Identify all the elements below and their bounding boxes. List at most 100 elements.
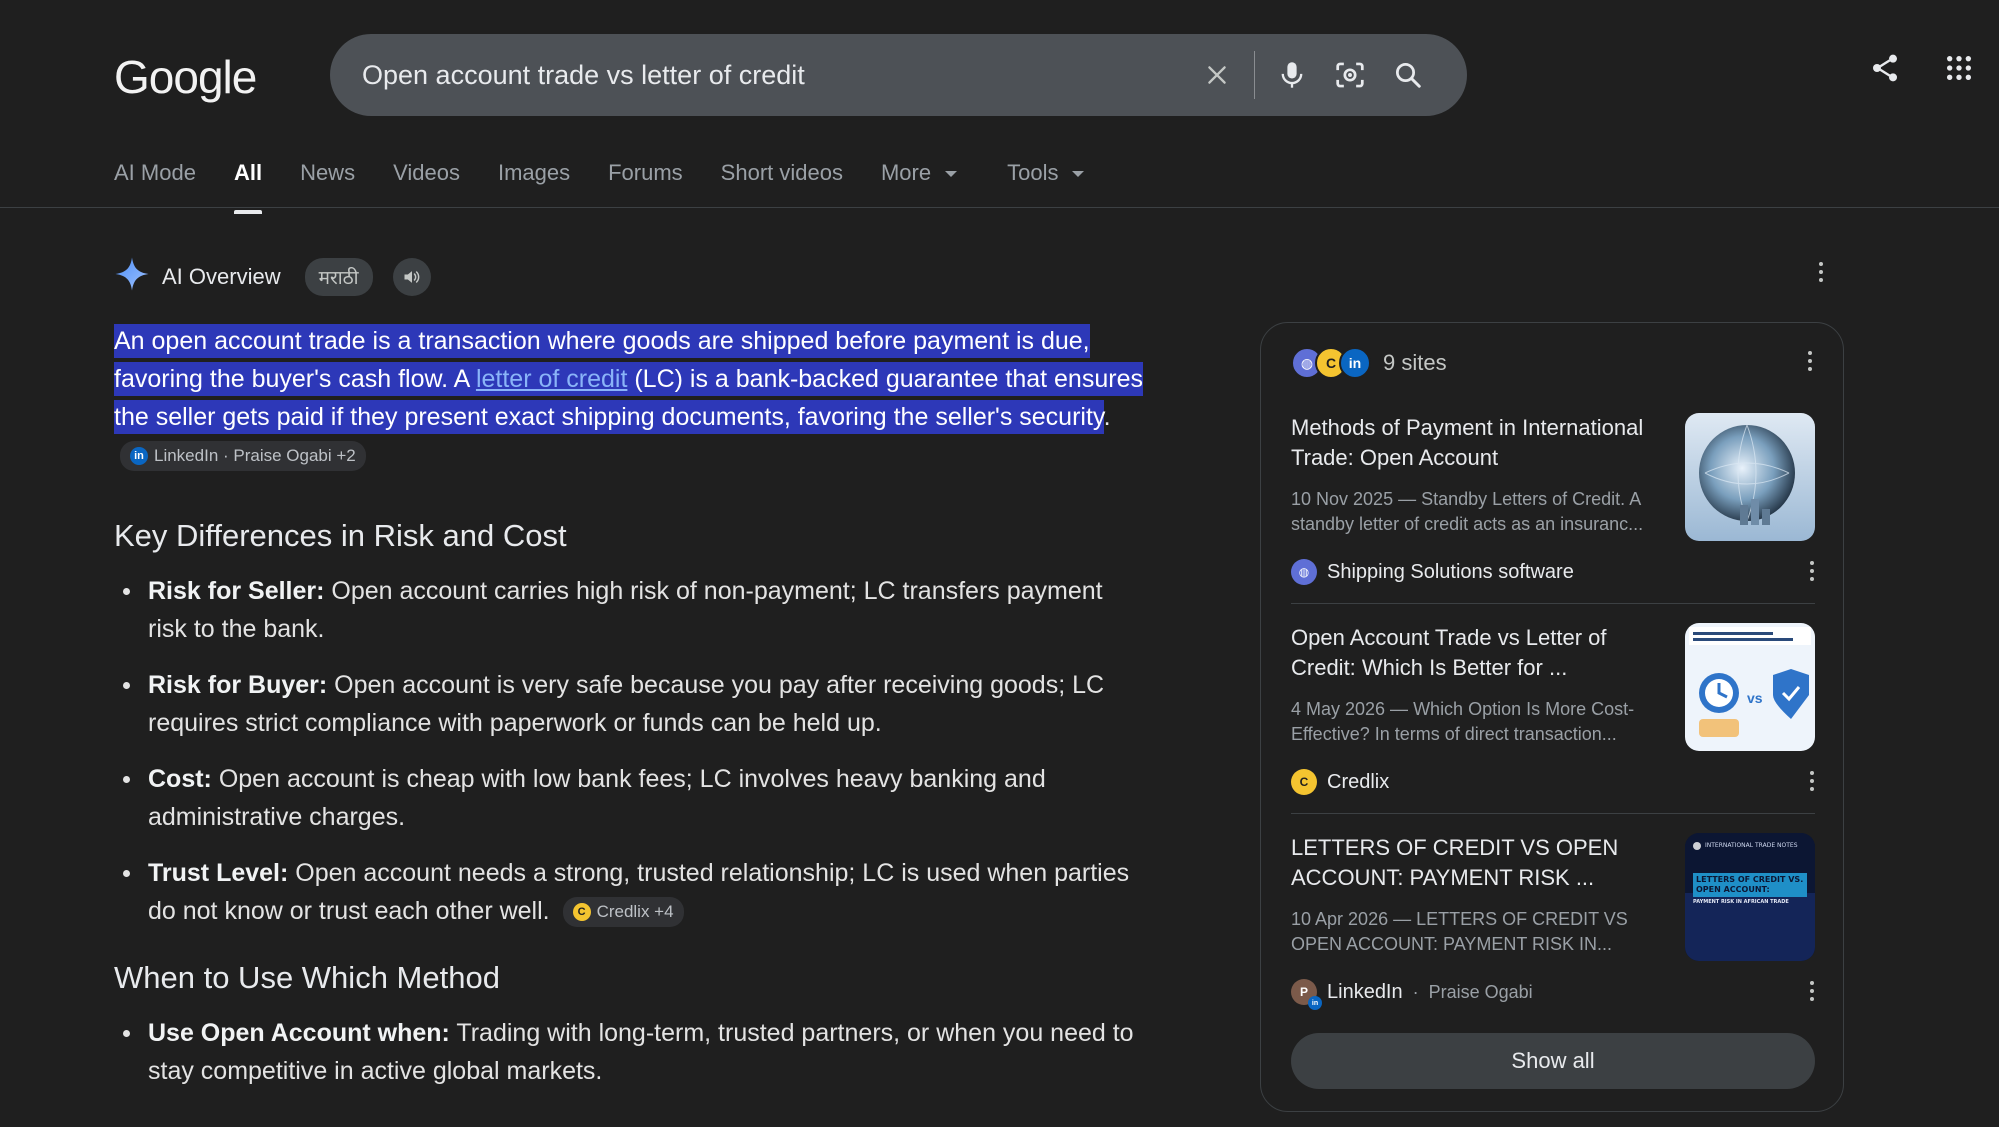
list-item: Use Open Account when: Trading with long… bbox=[123, 1014, 1144, 1090]
sparkle-icon bbox=[114, 256, 150, 297]
sites-count: 9 sites bbox=[1383, 350, 1447, 375]
source-chip-credlix[interactable]: C Credlix +4 bbox=[562, 897, 684, 928]
card-more-button[interactable] bbox=[1809, 771, 1815, 791]
ai-overview-title: AI Overview bbox=[162, 263, 281, 289]
card-source[interactable]: ◍ Shipping Solutions software bbox=[1291, 559, 1574, 585]
section-heading: When to Use Which Method bbox=[114, 960, 500, 995]
tab-news[interactable]: News bbox=[300, 160, 355, 214]
list-item: Trust Level: Open account needs a strong… bbox=[123, 854, 1144, 930]
list-item: Risk for Buyer: Open account is very saf… bbox=[123, 666, 1144, 742]
language-toggle-button[interactable]: मराठी bbox=[304, 257, 373, 296]
tab-label: Videos bbox=[393, 160, 460, 185]
show-all-button[interactable]: Show all bbox=[1291, 1033, 1815, 1089]
section-heading: Key Differences in Risk and Cost bbox=[114, 518, 567, 553]
source-name: Shipping Solutions software bbox=[1327, 560, 1574, 583]
ai-overview-summary: An open account trade is a transaction w… bbox=[114, 322, 1144, 474]
card-thumbnail-globe[interactable] bbox=[1685, 413, 1815, 541]
source-author: Praise Ogabi bbox=[1428, 981, 1533, 1002]
card-title[interactable]: LETTERS OF CREDIT VS OPEN ACCOUNT: PAYME… bbox=[1291, 833, 1671, 893]
item-label: Risk for Buyer: bbox=[148, 671, 328, 699]
tab-images[interactable]: Images bbox=[498, 160, 570, 214]
card-title[interactable]: Open Account Trade vs Letter of Credit: … bbox=[1291, 623, 1671, 683]
search-box[interactable]: Open account trade vs letter of credit bbox=[330, 34, 1467, 116]
highlighted-summary: An open account trade is a transaction w… bbox=[114, 324, 1143, 434]
list-item: Cost: Open account is cheap with low ban… bbox=[123, 760, 1144, 836]
tab-forums[interactable]: Forums bbox=[608, 160, 683, 214]
tab-all[interactable]: All bbox=[233, 160, 263, 214]
tab-tools[interactable]: Tools bbox=[1007, 160, 1085, 214]
linkedin-icon: in bbox=[1308, 996, 1322, 1010]
tab-label: Images bbox=[497, 160, 571, 185]
more-vert-icon bbox=[1809, 771, 1815, 791]
tab-videos[interactable]: Videos bbox=[393, 160, 460, 214]
tabs-divider bbox=[0, 207, 1999, 208]
tab-ai-mode[interactable]: AI Mode bbox=[114, 160, 196, 214]
search-tabs: AI Mode All News Videos Images Forums Sh… bbox=[114, 160, 1085, 214]
chip-label: Credlix +4 bbox=[596, 902, 674, 922]
google-logo[interactable]: Google bbox=[114, 50, 257, 104]
thumb-text: PAYMENT RISK IN AFRICAN TRADE bbox=[1693, 899, 1789, 905]
more-vert-icon bbox=[1818, 262, 1824, 282]
card-source[interactable]: Pin LinkedIn · Praise Ogabi bbox=[1291, 979, 1533, 1010]
sources-more-button[interactable] bbox=[1807, 351, 1813, 371]
tab-label: Forums bbox=[608, 160, 683, 185]
item-label: Trust Level: bbox=[148, 859, 289, 887]
when-to-use-list: Use Open Account when: Trading with long… bbox=[123, 1014, 1144, 1090]
ai-overview-body: An open account trade is a transaction w… bbox=[114, 322, 1144, 1108]
thumb-headline: LETTERS OF CREDIT VS. OPEN ACCOUNT: bbox=[1693, 873, 1807, 897]
microphone-icon[interactable] bbox=[1263, 46, 1321, 104]
ai-overview-more-button[interactable] bbox=[1818, 262, 1824, 282]
differences-list: Risk for Seller: Open account carries hi… bbox=[123, 572, 1144, 930]
source-chip-linkedin[interactable]: in LinkedIn · Praise Ogabi +2 bbox=[120, 441, 366, 472]
card-more-button[interactable] bbox=[1809, 981, 1815, 1001]
item-label: Risk for Seller: bbox=[148, 577, 325, 605]
card-thumbnail-comparison[interactable]: vs bbox=[1685, 623, 1815, 751]
tab-label: Short videos bbox=[720, 160, 843, 185]
item-label: Cost: bbox=[148, 765, 212, 793]
listen-button[interactable] bbox=[392, 257, 431, 296]
more-vert-icon bbox=[1809, 981, 1815, 1001]
chip-label: LinkedIn · Praise Ogabi +2 bbox=[154, 446, 356, 466]
linkedin-icon: in bbox=[130, 447, 148, 466]
tab-label: News bbox=[300, 160, 356, 185]
globe-icon: ◍ bbox=[1291, 559, 1317, 585]
source-name: Credlix bbox=[1327, 770, 1390, 793]
card-thumbnail-article[interactable]: INTERNATIONAL TRADE NOTES LETTERS OF CRE… bbox=[1685, 833, 1815, 961]
camera-search-icon[interactable] bbox=[1321, 46, 1379, 104]
credlix-icon: C bbox=[572, 903, 591, 922]
source-card[interactable]: Methods of Payment in International Trad… bbox=[1291, 413, 1815, 603]
letter-of-credit-link[interactable]: letter of credit bbox=[476, 365, 627, 393]
source-card[interactable]: LETTERS OF CREDIT VS OPEN ACCOUNT: PAYME… bbox=[1291, 833, 1815, 1023]
credlix-icon: C bbox=[1291, 769, 1317, 795]
clear-icon[interactable] bbox=[1188, 46, 1246, 104]
card-source[interactable]: C Credlix bbox=[1291, 769, 1389, 795]
search-input[interactable]: Open account trade vs letter of credit bbox=[362, 60, 1188, 91]
more-vert-icon bbox=[1807, 351, 1813, 371]
apps-grid-icon[interactable] bbox=[1939, 48, 1979, 88]
card-more-button[interactable] bbox=[1809, 561, 1815, 581]
card-title[interactable]: Methods of Payment in International Trad… bbox=[1291, 413, 1671, 473]
source-card[interactable]: Open Account Trade vs Letter of Credit: … bbox=[1291, 623, 1815, 813]
linkedin-icon: in bbox=[1339, 347, 1371, 379]
tab-label: Tools bbox=[1007, 160, 1059, 185]
avatar: Pin bbox=[1291, 979, 1322, 1010]
more-vert-icon bbox=[1809, 561, 1815, 581]
tab-short-videos[interactable]: Short videos bbox=[721, 160, 843, 214]
card-snippet: 10 Nov 2025 — Standby Letters of Credit.… bbox=[1291, 489, 1644, 534]
summary-period: . bbox=[1103, 403, 1111, 431]
tab-more[interactable]: More bbox=[880, 160, 958, 214]
speaker-icon bbox=[404, 270, 420, 283]
list-item: Risk for Seller: Open account carries hi… bbox=[123, 572, 1144, 648]
tab-label: More bbox=[880, 160, 932, 185]
sources-header[interactable]: ◍ C in 9 sites bbox=[1291, 347, 1447, 379]
source-separator: · bbox=[1412, 981, 1419, 1002]
tab-label: All bbox=[233, 160, 263, 185]
chevron-down-icon bbox=[945, 171, 958, 177]
item-label: Use Open Account when: bbox=[148, 1019, 450, 1047]
ai-overview-header: AI Overview मराठी bbox=[114, 256, 431, 297]
share-icon[interactable] bbox=[1865, 48, 1905, 88]
card-snippet: 4 May 2026 — Which Option Is More Cost-E… bbox=[1291, 699, 1635, 744]
tab-label: AI Mode bbox=[114, 160, 196, 185]
search-icon[interactable] bbox=[1379, 46, 1437, 104]
svg-text:vs: vs bbox=[1747, 690, 1763, 706]
